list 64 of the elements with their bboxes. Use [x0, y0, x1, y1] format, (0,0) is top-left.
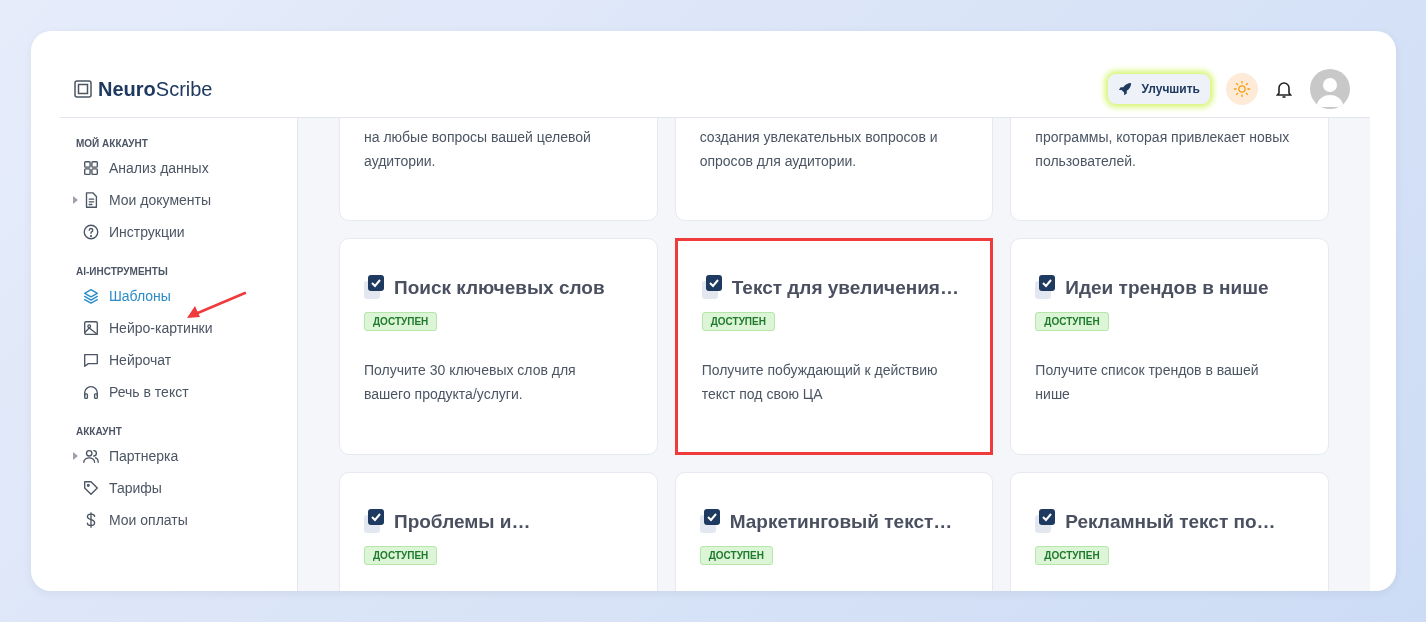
card-description: Получите 30 ключевых слов для вашего продукта/услуги. — [364, 360, 577, 404]
card-description: на любые вопросы вашей целевой аудитории. — [364, 128, 592, 171]
sidebar-item[interactable]: Нейро-картинки — [82, 317, 213, 339]
avatar[interactable] — [1310, 68, 1350, 109]
sidebar-item[interactable]: Нейрочат — [82, 349, 172, 371]
template-card[interactable]: создания увлекательных вопросов и опросов для аудитории. — [674, 118, 994, 221]
card-title: Идеи трендов в нише — [1065, 276, 1269, 300]
card-title: Проблемы и… — [394, 510, 531, 534]
checkbox-icon — [1035, 275, 1058, 302]
card-description: Получите побуждающий к действию текст под свою ЦА — [701, 360, 939, 404]
sidebar-item[interactable]: Мои оплаты — [82, 509, 188, 531]
sidebar-item[interactable]: Мои документы — [82, 189, 211, 211]
layers-icon — [82, 287, 100, 305]
checkbox-icon — [1035, 509, 1058, 536]
sidebar-item[interactable]: Шаблоны — [82, 285, 171, 307]
checkbox-icon — [364, 275, 386, 302]
expand-caret-icon[interactable] — [73, 196, 78, 204]
logo[interactable]: NeuroScribe — [60, 73, 213, 104]
template-card[interactable]: Текст для увеличения… ДОСТУПЕН Получите побуждающий к действию текст под свою ЦА — [674, 238, 994, 455]
annotation-arrow — [185, 291, 247, 321]
template-card[interactable]: программы, которая привлекает новых пользователей. — [1010, 118, 1329, 221]
template-card[interactable]: на любые вопросы вашей целевой аудитории. — [339, 118, 658, 221]
template-card[interactable]: Поиск ключевых слов ДОСТУПЕН Получите 30 ключевых слов для вашего продукта/услуги. — [339, 238, 658, 455]
status-badge: ДОСТУПЕН — [1035, 311, 1109, 331]
help-icon — [82, 223, 100, 241]
section-heading: AI-ИНСТРУМЕНТЫ — [76, 264, 168, 279]
upgrade-button[interactable]: Улучшить — [1107, 73, 1210, 104]
sidebar-item[interactable]: Анализ данных — [82, 157, 209, 179]
sidebar-item[interactable]: Речь в текст — [82, 381, 189, 403]
template-card[interactable]: Маркетинговый текст… ДОСТУПЕН — [674, 472, 994, 591]
grid-icon — [82, 159, 100, 177]
status-badge: ДОСТУПЕН — [364, 311, 438, 331]
checkbox-icon — [364, 509, 386, 536]
section-heading: АККАУНТ — [76, 424, 122, 439]
card-title: Рекламный текст по… — [1065, 510, 1276, 534]
status-badge: ДОСТУПЕН — [701, 311, 775, 331]
status-badge: ДОСТУПЕН — [1035, 545, 1109, 565]
card-title: Текст для увеличения… — [731, 276, 959, 300]
users-icon — [82, 447, 100, 465]
theme-toggle-button[interactable] — [1226, 72, 1258, 105]
checkbox-icon — [699, 509, 722, 536]
template-card[interactable]: Идеи трендов в нише ДОСТУПЕН Получите список трендов в вашей нише — [1010, 238, 1329, 455]
rocket-icon — [1117, 81, 1132, 96]
checkbox-icon — [701, 275, 724, 302]
tag-icon — [82, 479, 100, 497]
card-description: Получите список трендов в вашей нише — [1035, 360, 1260, 404]
chat-bubble-icon — [82, 351, 100, 369]
sidebar-item[interactable]: Инструкции — [82, 221, 185, 243]
template-card[interactable]: Рекламный текст по… ДОСТУПЕН — [1010, 472, 1329, 591]
sidebar-item[interactable]: Тарифы — [82, 477, 162, 499]
sun-icon — [1233, 79, 1251, 98]
image-icon — [82, 319, 100, 337]
sidebar-item[interactable]: Партнерка — [82, 445, 179, 467]
card-title: Маркетинговый текст… — [729, 510, 953, 534]
card-title: Поиск ключевых слов — [394, 276, 605, 300]
template-card[interactable]: Проблемы и… ДОСТУПЕН — [339, 472, 658, 591]
expand-caret-icon[interactable] — [73, 452, 78, 460]
card-description: создания увлекательных вопросов и опросов для аудитории. — [699, 128, 939, 171]
section-heading: МОЙ АККАУНТ — [76, 136, 148, 151]
status-badge: ДОСТУПЕН — [699, 545, 773, 565]
logo-icon — [74, 79, 92, 98]
headphones-icon — [82, 383, 100, 401]
status-badge: ДОСТУПЕН — [364, 545, 438, 565]
card-description: программы, которая привлекает новых пользователей. — [1035, 128, 1291, 171]
